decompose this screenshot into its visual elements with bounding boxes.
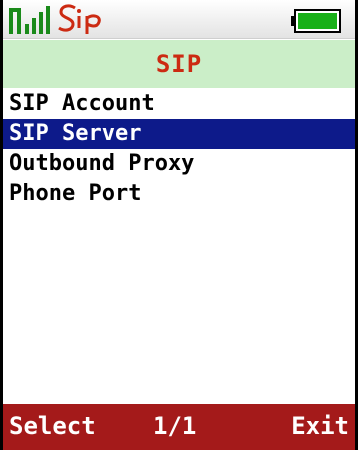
title-bar: SIP <box>3 40 355 88</box>
menu-item-outbound-proxy[interactable]: Outbound Proxy <box>3 149 355 179</box>
exit-softkey[interactable]: Exit <box>291 412 349 440</box>
sip-logo-icon <box>58 4 101 34</box>
page-indicator: 1/1 <box>153 412 197 440</box>
menu-item-sip-server[interactable]: SIP Server <box>3 119 355 149</box>
softkey-bar: Select 1/1 Exit <box>3 404 355 450</box>
page-title: SIP <box>155 50 203 78</box>
phone-screen: SIP SIP Account SIP Server Outbound Prox… <box>0 0 358 450</box>
menu-item-phone-port[interactable]: Phone Port <box>3 179 355 209</box>
select-softkey[interactable]: Select <box>9 412 96 440</box>
menu-item-sip-account[interactable]: SIP Account <box>3 89 355 119</box>
signal-strength-icon <box>9 6 50 34</box>
battery-icon <box>291 9 341 33</box>
status-bar <box>3 0 355 39</box>
menu-list: SIP Account SIP Server Outbound Proxy Ph… <box>3 89 355 209</box>
